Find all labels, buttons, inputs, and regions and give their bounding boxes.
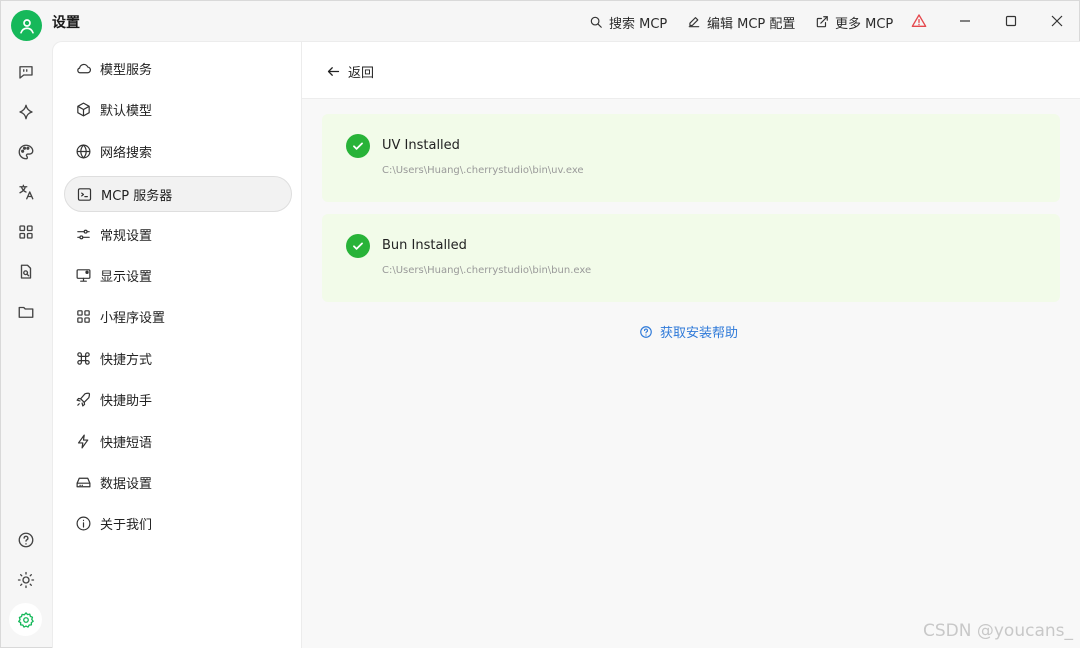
- nav-label: 快捷助手: [100, 393, 153, 409]
- cloud-icon: [77, 63, 91, 73]
- rail-translate-button[interactable]: [10, 176, 42, 208]
- sliders-icon: [77, 229, 90, 239]
- title-bar: 设置 搜索 MCP 编辑 MCP 配置 更多 MCP: [1, 1, 1080, 41]
- search-mcp-label: 搜索 MCP: [609, 16, 668, 32]
- more-mcp-label: 更多 MCP: [835, 16, 894, 32]
- more-mcp-button[interactable]: 更多 MCP: [815, 12, 893, 32]
- check-circle-icon: [346, 134, 370, 158]
- grid-icon: [77, 309, 90, 323]
- maximize-icon: [1005, 15, 1017, 27]
- nav-label: 快捷短语: [100, 435, 153, 451]
- info-icon: [76, 516, 91, 530]
- brightness-icon: [17, 571, 35, 589]
- app-window: 设置 搜索 MCP 编辑 MCP 配置 更多 MCP 模型服务 默认模型 网络搜…: [0, 0, 1080, 648]
- globe-icon: [76, 143, 91, 159]
- edit-mcp-config-label: 编辑 MCP 配置: [707, 16, 796, 32]
- nav-label: 常规设置: [100, 228, 153, 244]
- nav-general-settings[interactable]: 常规设置: [64, 216, 292, 252]
- nav-miniapp-settings[interactable]: 小程序设置: [64, 298, 292, 334]
- nav-quick-phrases[interactable]: 快捷短语: [64, 423, 292, 459]
- arrow-left-icon: [327, 67, 340, 76]
- pencil-icon: [688, 17, 700, 28]
- settings-icon: [17, 611, 34, 628]
- external-link-icon: [816, 16, 828, 28]
- help-icon: [18, 532, 34, 548]
- palette-icon: [18, 144, 34, 160]
- nav-label: 网络搜索: [100, 145, 153, 161]
- rail-paint-button[interactable]: [10, 136, 42, 168]
- rail-folder-button[interactable]: [10, 296, 42, 328]
- monitor-icon: [76, 268, 91, 282]
- nav-label: 模型服务: [100, 62, 153, 78]
- user-icon: [19, 18, 34, 34]
- edit-mcp-config-button[interactable]: 编辑 MCP 配置: [687, 12, 795, 32]
- maximize-button[interactable]: [999, 9, 1023, 33]
- rail-settings-button[interactable]: [9, 603, 42, 636]
- cube-icon: [77, 102, 90, 116]
- rail-chat-button[interactable]: [10, 56, 42, 88]
- folder-icon: [18, 306, 34, 318]
- file-search-icon: [20, 264, 32, 279]
- install-help-link[interactable]: 获取安装帮助: [639, 322, 738, 341]
- minimize-icon: [960, 20, 970, 22]
- warning-icon: [911, 14, 927, 27]
- sparkle-icon: [19, 104, 33, 120]
- nav-label: MCP 服务器: [101, 188, 173, 204]
- rail-help-button[interactable]: [10, 524, 42, 556]
- icon-rail: [1, 41, 52, 648]
- back-label: 返回: [348, 66, 375, 81]
- nav-web-search[interactable]: 网络搜索: [64, 133, 292, 169]
- apps-icon: [19, 225, 33, 239]
- nav-default-model[interactable]: 默认模型: [64, 91, 292, 127]
- nav-model-service[interactable]: 模型服务: [64, 50, 292, 86]
- nav-about-us[interactable]: 关于我们: [64, 505, 292, 541]
- main-header: 返回: [302, 42, 1080, 99]
- minimize-button[interactable]: [953, 9, 977, 33]
- check-circle-icon: [346, 234, 370, 258]
- install-help-label: 获取安装帮助: [660, 326, 739, 341]
- terminal-icon: [77, 187, 92, 201]
- app-title: 设置: [52, 15, 80, 31]
- rail-apps-button[interactable]: [10, 216, 42, 248]
- card-title: Bun Installed: [382, 238, 467, 253]
- search-icon: [590, 16, 602, 28]
- command-icon: [77, 351, 90, 365]
- nav-label: 关于我们: [100, 517, 153, 533]
- main-panel: 返回 UV Installed C:\Users\Huang\.cherryst…: [301, 41, 1080, 648]
- nav-label: 显示设置: [100, 269, 153, 285]
- bun-status-card: Bun Installed C:\Users\Huang\.cherrystud…: [322, 214, 1060, 302]
- rocket-icon: [76, 392, 90, 406]
- nav-data-settings[interactable]: 数据设置: [64, 464, 292, 500]
- nav-display-settings[interactable]: 显示设置: [64, 257, 292, 293]
- chat-icon: [19, 66, 33, 79]
- back-button[interactable]: 返回: [326, 62, 374, 81]
- nav-shortcuts[interactable]: 快捷方式: [64, 340, 292, 376]
- search-mcp-button[interactable]: 搜索 MCP: [589, 12, 667, 32]
- rail-files-button[interactable]: [10, 256, 42, 288]
- rail-assistant-button[interactable]: [10, 96, 42, 128]
- avatar[interactable]: [11, 10, 42, 41]
- card-path: C:\Users\Huang\.cherrystudio\bin\uv.exe: [382, 165, 584, 176]
- warning-button[interactable]: [907, 9, 931, 33]
- nav-mcp-server[interactable]: MCP 服务器: [64, 176, 292, 212]
- zap-icon: [77, 434, 89, 448]
- nav-label: 数据设置: [100, 476, 153, 492]
- card-path: C:\Users\Huang\.cherrystudio\bin\bun.exe: [382, 265, 592, 276]
- translate-icon: [19, 184, 34, 200]
- close-button[interactable]: [1045, 9, 1069, 33]
- nav-label: 默认模型: [100, 103, 153, 119]
- card-title: UV Installed: [382, 138, 460, 153]
- settings-nav: 模型服务 默认模型 网络搜索 MCP 服务器 常规设置 显示设置 小程序设置 快…: [52, 41, 301, 648]
- drive-icon: [76, 477, 91, 487]
- nav-label: 快捷方式: [100, 352, 153, 368]
- rail-theme-button[interactable]: [10, 564, 42, 596]
- watermark: CSDN @youcans_: [922, 621, 1073, 641]
- help-circle-icon: [640, 325, 652, 338]
- nav-quick-assistant[interactable]: 快捷助手: [64, 381, 292, 417]
- uv-status-card: UV Installed C:\Users\Huang\.cherrystudi…: [322, 114, 1060, 202]
- nav-label: 小程序设置: [100, 310, 166, 326]
- close-icon: [1051, 15, 1063, 27]
